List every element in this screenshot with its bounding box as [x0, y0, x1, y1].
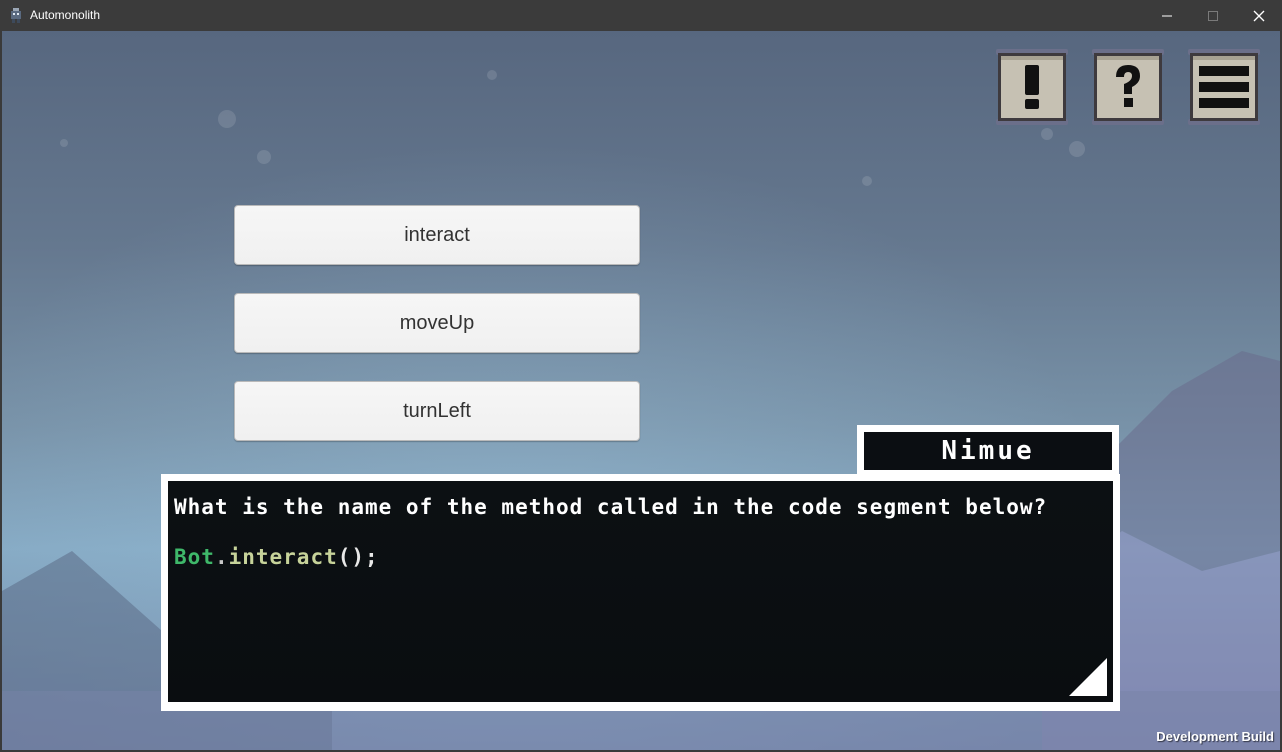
code-suffix: (); — [337, 545, 379, 569]
window-title: Automonolith — [30, 8, 101, 22]
development-build-label: Development Build — [1156, 729, 1274, 744]
code-segment: Bot.interact(); — [174, 545, 379, 569]
code-method: interact — [228, 545, 338, 569]
speaker-nametag: Nimue — [857, 425, 1119, 477]
maximize-icon — [1208, 10, 1218, 21]
continue-arrow-icon[interactable] — [1069, 658, 1107, 696]
title-bar[interactable]: Automonolith — [0, 0, 1282, 31]
answer-button-moveup[interactable]: moveUp — [234, 293, 640, 353]
answer-button-turnleft[interactable]: turnLeft — [234, 381, 640, 441]
code-dot: . — [214, 545, 229, 569]
question-icon — [1092, 49, 1164, 125]
help-button[interactable] — [1088, 47, 1168, 127]
minimize-button[interactable] — [1144, 0, 1190, 31]
dialogue-box[interactable]: What is the name of the method called in… — [161, 474, 1120, 711]
minimize-icon — [1162, 15, 1172, 16]
alert-button[interactable] — [992, 47, 1072, 127]
close-button[interactable] — [1236, 0, 1282, 31]
menu-button[interactable] — [1184, 47, 1264, 127]
hamburger-menu-icon — [1188, 49, 1260, 125]
exclamation-icon — [996, 49, 1068, 125]
close-icon — [1253, 10, 1265, 21]
answer-button-interact[interactable]: interact — [234, 205, 640, 265]
code-object: Bot — [174, 545, 215, 569]
game-window: Automonolith interact moveUp turnLeft Ni… — [0, 0, 1282, 752]
speaker-name: Nimue — [864, 432, 1112, 470]
app-icon — [11, 8, 21, 23]
question-text: What is the name of the method called in… — [174, 495, 1048, 519]
dialogue-panel: What is the name of the method called in… — [168, 481, 1113, 702]
game-viewport: interact moveUp turnLeft Nimue What is t… — [2, 31, 1280, 750]
maximize-button[interactable] — [1190, 0, 1236, 31]
